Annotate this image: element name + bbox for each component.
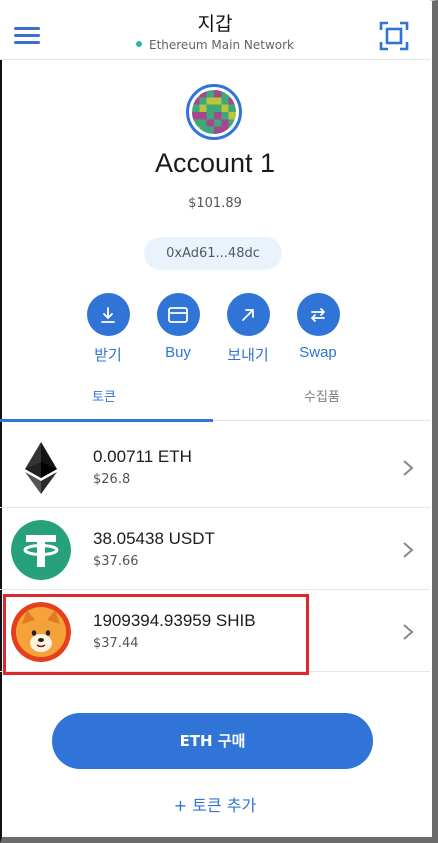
chevron-right-icon xyxy=(403,542,414,558)
account-name[interactable]: Account 1 xyxy=(0,148,430,179)
swap-icon xyxy=(296,293,340,336)
add-token-link[interactable]: + 토큰 추가 xyxy=(0,792,430,816)
network-label: Ethereum Main Network xyxy=(148,38,294,52)
active-tab-indicator xyxy=(0,419,213,422)
buy-button[interactable]: Buy xyxy=(148,293,208,361)
top-header: 지갑 Ethereum Main Network xyxy=(0,0,430,60)
account-address-pill[interactable]: 0xAd61...48dc xyxy=(144,237,282,270)
tether-icon xyxy=(11,520,71,580)
token-amount: 38.05438 USDT xyxy=(93,529,215,548)
network-selector[interactable]: Ethereum Main Network xyxy=(0,38,430,52)
tab-tokens[interactable]: 토큰 xyxy=(92,386,116,405)
page-title: 지갑 xyxy=(197,13,233,35)
receive-label: 받기 xyxy=(94,347,122,364)
token-row-eth[interactable]: 0.00711 ETH $26.8 xyxy=(0,426,430,508)
network-status-dot xyxy=(135,41,142,47)
download-icon xyxy=(86,293,130,336)
buy-label: Buy xyxy=(165,344,191,361)
chevron-right-icon xyxy=(403,460,414,476)
highlight-box xyxy=(3,594,309,675)
account-balance: $101.89 xyxy=(188,196,242,211)
ethereum-icon xyxy=(11,438,71,498)
swap-label: Swap xyxy=(299,344,337,361)
send-label: 보내기 xyxy=(227,347,269,364)
chevron-right-icon xyxy=(403,624,414,640)
token-fiat-value: $26.8 xyxy=(93,472,131,487)
token-amount: 0.00711 ETH xyxy=(93,447,192,466)
arrow-up-right-icon xyxy=(226,293,270,336)
receive-button[interactable]: 받기 xyxy=(78,293,138,365)
token-row-usdt[interactable]: 38.05438 USDT $37.66 xyxy=(0,508,430,590)
swap-button[interactable]: Swap xyxy=(288,293,348,361)
buy-eth-button[interactable]: ETH 구매 xyxy=(52,713,373,769)
send-button[interactable]: 보내기 xyxy=(218,293,278,365)
qr-scan-icon[interactable] xyxy=(378,20,410,52)
account-avatar[interactable] xyxy=(186,84,242,140)
card-icon xyxy=(156,293,200,336)
token-fiat-value: $37.66 xyxy=(93,554,139,569)
tab-collectibles[interactable]: 수집품 xyxy=(304,386,340,405)
